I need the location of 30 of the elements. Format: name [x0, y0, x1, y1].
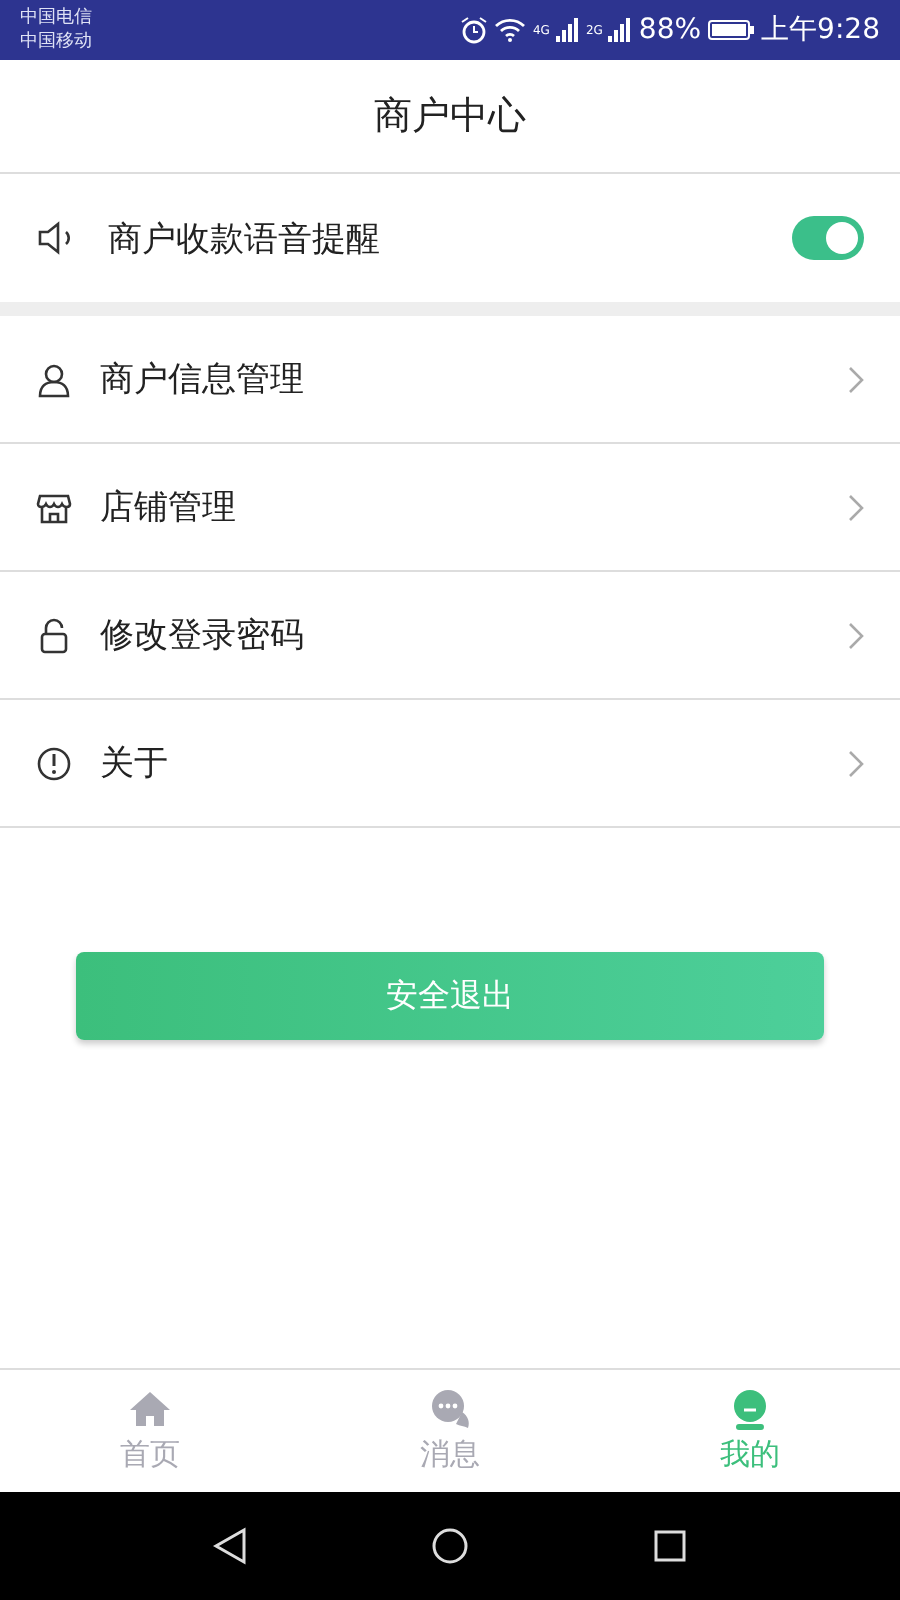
- chevron-right-icon: [848, 749, 864, 777]
- alarm-icon: [460, 16, 489, 44]
- recent-apps-icon[interactable]: [650, 1526, 690, 1566]
- page-title: 商户中心: [374, 92, 526, 142]
- menu-item[interactable]: 商户信息管理: [0, 316, 900, 444]
- carrier-name: 中国电信: [20, 6, 92, 30]
- wifi-icon: [494, 18, 527, 42]
- chat-bubble-icon: [428, 1388, 472, 1432]
- back-icon[interactable]: [210, 1526, 250, 1566]
- battery-percent: 88%: [638, 14, 702, 46]
- clock-time: 上午9:28: [761, 12, 880, 48]
- menu-item[interactable]: 店铺管理: [0, 444, 900, 572]
- chevron-right-icon: [848, 621, 864, 649]
- lock-icon: [36, 617, 72, 653]
- signal-icon: [608, 18, 633, 42]
- house-icon: [128, 1388, 172, 1432]
- chevron-right-icon: [848, 493, 864, 521]
- menu-label: 商户收款语音提醒: [108, 217, 382, 261]
- toggle-switch[interactable]: [792, 216, 864, 260]
- battery-icon: [707, 18, 756, 42]
- exclamation-icon: [36, 745, 72, 781]
- home-icon[interactable]: [430, 1526, 470, 1566]
- carrier-name: 中国移动: [20, 30, 92, 54]
- profile-icon: [728, 1388, 772, 1432]
- chevron-right-icon: [848, 365, 864, 393]
- signal-icon: [555, 18, 580, 42]
- menu-item[interactable]: 修改登录密码: [0, 572, 900, 700]
- store-icon: [36, 489, 72, 525]
- person-icon: [36, 361, 72, 397]
- menu-item[interactable]: 关于: [0, 700, 900, 828]
